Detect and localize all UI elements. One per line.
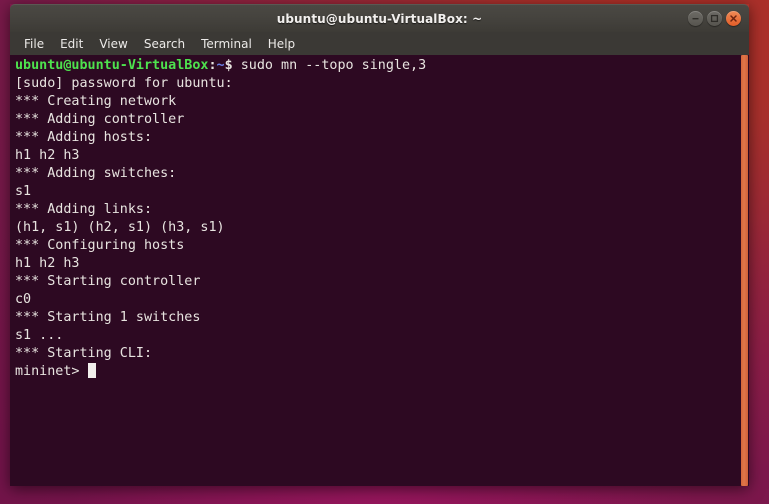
terminal-line: *** Starting 1 switches xyxy=(15,310,201,325)
terminal-output[interactable]: ubuntu@ubuntu-VirtualBox:~$ sudo mn --to… xyxy=(10,55,740,486)
maximize-button[interactable] xyxy=(707,11,722,26)
mininet-prompt-line: mininet> xyxy=(15,363,740,381)
terminal-line: *** Starting controller xyxy=(15,274,201,289)
close-icon xyxy=(730,15,737,22)
terminal-line: s1 ... xyxy=(15,328,64,343)
terminal-line: c0 xyxy=(15,292,32,307)
terminal-line: *** Adding switches: xyxy=(15,166,177,181)
terminal-line: *** Adding links: xyxy=(15,202,153,217)
close-button[interactable] xyxy=(726,11,741,26)
menu-item-help[interactable]: Help xyxy=(260,35,303,53)
terminal-line: h1 h2 h3 xyxy=(15,148,80,163)
minimize-button[interactable] xyxy=(688,11,703,26)
terminal-scrollbar[interactable] xyxy=(740,55,749,486)
mininet-prompt: mininet> xyxy=(15,364,88,379)
text-cursor xyxy=(87,363,96,378)
terminal-line: *** Starting CLI: xyxy=(15,346,153,361)
terminal-line: h1 h2 h3 xyxy=(15,256,80,271)
scrollbar-thumb[interactable] xyxy=(741,55,748,486)
window-title: ubuntu@ubuntu-VirtualBox: ~ xyxy=(276,11,483,26)
minimize-icon xyxy=(692,18,699,20)
terminal-line: s1 xyxy=(15,184,32,199)
terminal-line: *** Adding hosts: xyxy=(15,130,153,145)
prompt-dollar: $ xyxy=(224,58,233,73)
prompt-colon: : xyxy=(208,58,217,73)
terminal-line: [sudo] password for ubuntu: xyxy=(15,76,233,91)
menu-item-terminal[interactable]: Terminal xyxy=(193,35,260,53)
menu-item-search[interactable]: Search xyxy=(136,35,193,53)
desktop-background: ubuntu@ubuntu-VirtualBox: ~ File Edit Vi… xyxy=(0,0,769,504)
terminal-window: ubuntu@ubuntu-VirtualBox: ~ File Edit Vi… xyxy=(10,4,749,486)
terminal-line: *** Adding controller xyxy=(15,112,185,127)
menu-item-edit[interactable]: Edit xyxy=(52,35,91,53)
maximize-icon xyxy=(710,14,719,23)
prompt-user-host: ubuntu@ubuntu-VirtualBox xyxy=(15,58,209,73)
prompt-path: ~ xyxy=(216,58,225,73)
menu-item-view[interactable]: View xyxy=(91,35,135,53)
terminal-line: (h1, s1) (h2, s1) (h3, s1) xyxy=(15,220,225,235)
prompt-command: sudo mn --topo single,3 xyxy=(232,58,427,73)
terminal-body-wrap: ubuntu@ubuntu-VirtualBox:~$ sudo mn --to… xyxy=(10,55,749,486)
terminal-prompt-line: ubuntu@ubuntu-VirtualBox:~$ sudo mn --to… xyxy=(15,57,740,75)
window-controls xyxy=(688,5,741,32)
terminal-line: *** Creating network xyxy=(15,94,177,109)
menu-bar: File Edit View Search Terminal Help xyxy=(10,32,749,55)
title-bar[interactable]: ubuntu@ubuntu-VirtualBox: ~ xyxy=(10,4,749,32)
menu-item-file[interactable]: File xyxy=(16,35,52,53)
terminal-line: *** Configuring hosts xyxy=(15,238,185,253)
